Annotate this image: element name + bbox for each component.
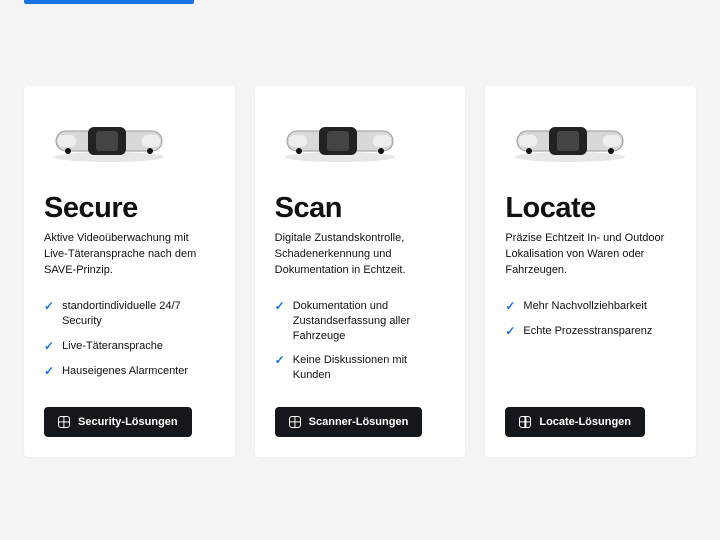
top-accent-bar bbox=[24, 0, 194, 4]
car-icon bbox=[44, 117, 174, 163]
card-description: Aktive Videoüberwachung mit Live-Täteran… bbox=[44, 231, 215, 279]
feature-text: Live-Täteransprache bbox=[62, 339, 163, 354]
grid-icon bbox=[289, 416, 301, 428]
car-image-locate bbox=[505, 110, 676, 170]
card-scan: Scan Digitale Zustandskontrolle, Schaden… bbox=[255, 86, 466, 457]
card-secure: Secure Aktive Videoüberwachung mit Live-… bbox=[24, 86, 235, 457]
feature-item: ✓ Echte Prozesstransparenz bbox=[505, 324, 676, 339]
security-solutions-button[interactable]: Security-Lösungen bbox=[44, 407, 192, 437]
card-title: Secure bbox=[44, 192, 215, 225]
check-icon: ✓ bbox=[275, 298, 285, 314]
locate-solutions-button[interactable]: Locate-Lösungen bbox=[505, 407, 645, 437]
feature-item: ✓ standortindividuelle 24/7 Security bbox=[44, 299, 215, 329]
scanner-solutions-button[interactable]: Scanner-Lösungen bbox=[275, 407, 423, 437]
feature-text: standortindividuelle 24/7 Security bbox=[62, 299, 215, 329]
feature-item: ✓ Mehr Nachvollziehbarkeit bbox=[505, 299, 676, 314]
feature-item: ✓ Live-Täteransprache bbox=[44, 339, 215, 354]
check-icon: ✓ bbox=[44, 338, 54, 354]
card-title: Locate bbox=[505, 192, 676, 225]
feature-list-secure: ✓ standortindividuelle 24/7 Security ✓ Liv… bbox=[44, 299, 215, 389]
feature-item: ✓ Keine Diskussionen mit Kunden bbox=[275, 353, 446, 383]
feature-item: ✓ Hauseigenes Alarmcenter bbox=[44, 364, 215, 379]
feature-text: Hauseigenes Alarmcenter bbox=[62, 364, 188, 379]
check-icon: ✓ bbox=[44, 298, 54, 314]
cards-row: Secure Aktive Videoüberwachung mit Live-… bbox=[0, 0, 720, 457]
button-label: Security-Lösungen bbox=[78, 416, 178, 428]
car-image-secure bbox=[44, 110, 215, 170]
feature-text: Mehr Nachvollziehbarkeit bbox=[523, 299, 647, 314]
check-icon: ✓ bbox=[505, 298, 515, 314]
card-locate: Locate Präzise Echtzeit In- und Outdoor … bbox=[485, 86, 696, 457]
feature-list-locate: ✓ Mehr Nachvollziehbarkeit ✓ Echte Prozess… bbox=[505, 299, 676, 349]
car-icon bbox=[505, 117, 635, 163]
card-title: Scan bbox=[275, 192, 446, 225]
car-icon bbox=[275, 117, 405, 163]
check-icon: ✓ bbox=[505, 323, 515, 339]
feature-list-scan: ✓ Dokumentation und Zustandserfassung all… bbox=[275, 299, 446, 393]
car-image-scan bbox=[275, 110, 446, 170]
check-icon: ✓ bbox=[44, 363, 54, 379]
grid-icon bbox=[58, 416, 70, 428]
check-icon: ✓ bbox=[275, 352, 285, 368]
feature-item: ✓ Dokumentation und Zustandserfassung all… bbox=[275, 299, 446, 344]
feature-text: Keine Diskussionen mit Kunden bbox=[293, 353, 446, 383]
feature-text: Dokumentation und Zustandserfassung alle… bbox=[293, 299, 446, 344]
feature-text: Echte Prozesstransparenz bbox=[523, 324, 652, 339]
card-description: Präzise Echtzeit In- und Outdoor Lokalis… bbox=[505, 231, 676, 279]
button-label: Scanner-Lösungen bbox=[309, 416, 409, 428]
grid-icon bbox=[519, 416, 531, 428]
card-description: Digitale Zustandskontrolle, Schadenerken… bbox=[275, 231, 446, 279]
button-label: Locate-Lösungen bbox=[539, 416, 631, 428]
